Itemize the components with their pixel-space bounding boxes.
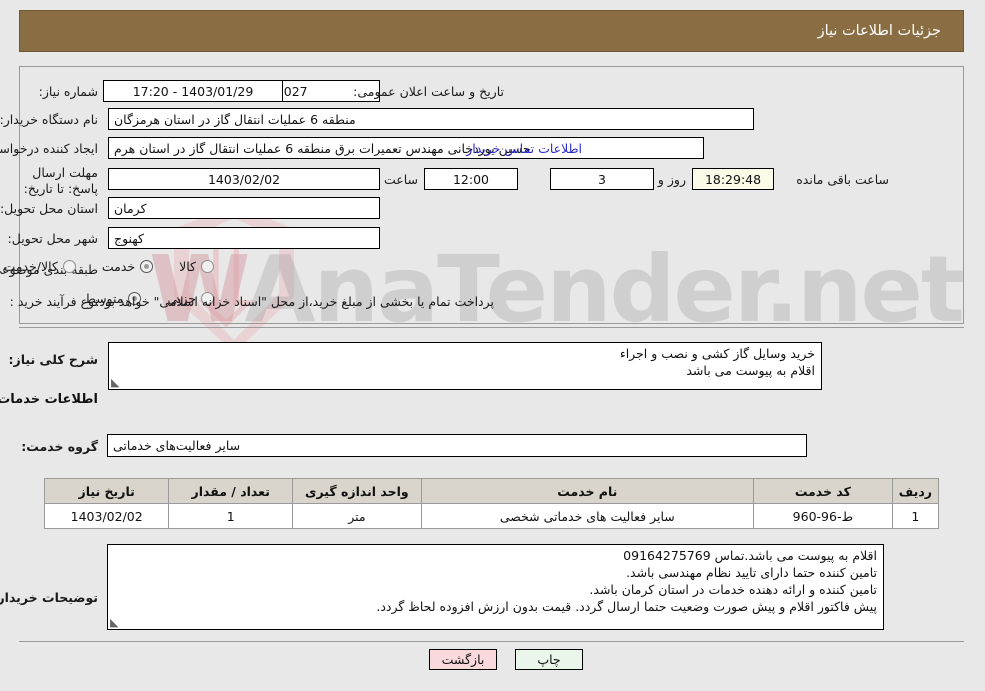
service-group-field[interactable]: سایر فعالیت‌های خدماتی — [108, 434, 808, 457]
description-line-1: خرید وسایل گاز کشی و نصب و اجراء — [620, 346, 816, 361]
section-divider-top — [20, 327, 965, 328]
col-quantity: تعداد / مقدار — [169, 478, 295, 504]
deadline-date-field[interactable]: 1403/02/02 — [109, 168, 381, 190]
buyer-notes-label: توضیحات خریدار: — [0, 590, 99, 605]
delivery-city-field[interactable]: کهنوج — [109, 227, 381, 249]
cell-service-code: ط-96-960 — [753, 503, 894, 529]
table-row: 1 ط-96-960 سایر فعالیت های خدماتی شخصی م… — [44, 503, 941, 529]
radio-option-kala-khedmat[interactable]: کالا/خدمت — [4, 259, 77, 274]
deadline-hour-label: ساعت — [384, 172, 419, 187]
radio-circle-kala[interactable] — [202, 260, 215, 273]
col-service-name: نام خدمت — [421, 478, 755, 504]
buyer-notes-line-1: اقلام به پیوست می باشد.تماس 09164275769 — [624, 548, 878, 563]
col-row-no: ردیف — [892, 478, 941, 504]
resize-grip-icon[interactable]: ◢ — [111, 616, 121, 629]
page-header-bar: جزئیات اطلاعات نیاز — [20, 10, 965, 52]
radio-option-khedmat[interactable]: خدمت — [102, 259, 155, 274]
radio-circle-khedmat[interactable] — [141, 260, 155, 273]
deadline-time-field[interactable]: 12:00 — [425, 168, 519, 190]
section-divider-bottom — [20, 641, 965, 642]
resize-grip-icon[interactable]: ◢ — [112, 376, 122, 389]
buyer-contact-info-link[interactable]: اطلاعات تماس خریدار — [467, 141, 583, 156]
col-need-date: تاریخ نیاز — [44, 478, 171, 504]
radio-circle-kala-khedmat[interactable] — [63, 260, 77, 273]
page-title: جزئیات اطلاعات نیاز — [818, 23, 942, 39]
need-info-panel — [20, 66, 965, 324]
col-service-code: کد خدمت — [753, 478, 894, 504]
radio-label-kala-khedmat: کالا/خدمت — [4, 259, 59, 274]
response-deadline-label: مهلت ارسال پاسخ: تا تاریخ: — [24, 165, 99, 196]
announce-datetime-field[interactable]: 1403/01/29 - 17:20 — [104, 80, 284, 102]
countdown-timer-field: 18:29:48 — [693, 168, 775, 190]
announce-datetime-label: تاریخ و ساعت اعلان عمومی: — [354, 84, 505, 99]
buyer-notes-line-4: پیش فاکتور اقلام و پیش صورت وضعیت حتما ا… — [377, 599, 878, 614]
radio-label-khedmat: خدمت — [102, 259, 137, 274]
services-section-heading: اطلاعات خدمات مورد نیاز — [0, 392, 99, 407]
buyer-notes-line-3: تامین کننده و ارائه دهنده خدمات در استان… — [590, 582, 878, 597]
cell-need-date: 1403/02/02 — [44, 503, 171, 529]
delivery-city-label: شهر محل تحویل: — [8, 231, 99, 246]
cell-service-name: سایر فعالیت های خدماتی شخصی — [421, 503, 755, 529]
table-header-row: ردیف کد خدمت نام خدمت واحد اندازه گیری ت… — [44, 478, 941, 504]
cell-quantity: 1 — [169, 503, 295, 529]
col-unit: واحد اندازه گیری — [293, 478, 423, 504]
general-description-label: شرح کلی نیاز: — [9, 352, 99, 367]
service-group-label: گروه خدمت: — [22, 439, 99, 454]
remaining-hours-label: ساعت باقی مانده — [797, 172, 890, 187]
buyer-org-field[interactable]: منطقه 6 عملیات انتقال گاز در استان هرمزگ… — [109, 108, 755, 130]
services-table: ردیف کد خدمت نام خدمت واحد اندازه گیری ت… — [44, 478, 941, 529]
buyer-org-label: نام دستگاه خریدار: — [0, 112, 99, 127]
general-description-textarea[interactable]: خرید وسایل گاز کشی و نصب و اجراء اقلام ب… — [109, 342, 823, 390]
back-button[interactable]: بازگشت — [430, 649, 498, 670]
cell-row-no: 1 — [892, 503, 941, 529]
description-line-2: اقلام به پیوست می باشد — [687, 363, 816, 378]
request-creator-label: ایجاد کننده درخواست: — [0, 141, 99, 156]
delivery-province-field[interactable]: کرمان — [109, 197, 381, 219]
request-creator-field[interactable]: حسین یوردخانی مهندس تعمیرات برق منطقه 6 … — [109, 137, 705, 159]
buyer-notes-textarea[interactable]: اقلام به پیوست می باشد.تماس 09164275769 … — [108, 544, 885, 630]
cell-unit: متر — [293, 503, 423, 529]
delivery-province-label: استان محل تحویل: — [0, 201, 99, 216]
radio-label-kala: کالا — [180, 259, 197, 274]
remaining-days-field[interactable]: 3 — [551, 168, 655, 190]
need-number-label: شماره نیاز: — [39, 84, 99, 99]
remaining-days-label: روز و — [658, 172, 687, 187]
buyer-notes-line-2: تامین کننده حتما دارای تایید نظام مهندسی… — [627, 565, 878, 580]
payment-note-text: پرداخت تمام یا بخشی از مبلغ خرید،از محل … — [96, 294, 495, 309]
print-button[interactable]: چاپ — [516, 649, 584, 670]
radio-option-kala[interactable]: کالا — [180, 259, 215, 274]
subject-category-radio-group[interactable]: کالا خدمت کالا/خدمت — [0, 259, 215, 274]
